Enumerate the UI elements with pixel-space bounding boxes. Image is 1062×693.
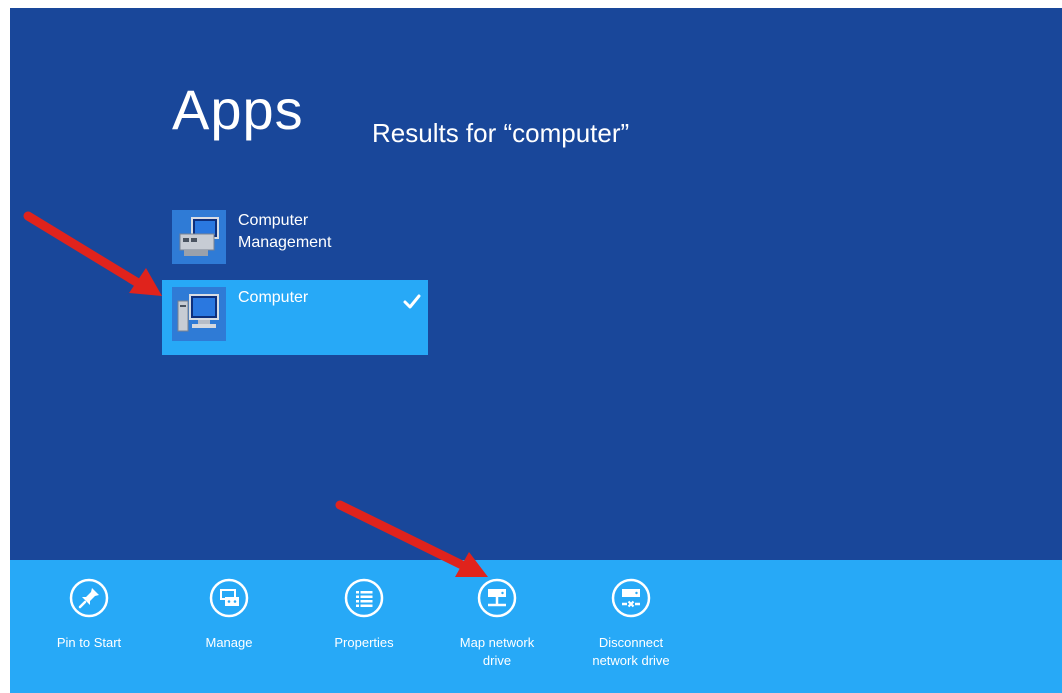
properties-button[interactable]: Properties <box>299 578 429 652</box>
map-network-drive-label-line2: drive <box>482 653 512 668</box>
map-network-drive-button[interactable]: Map network drive <box>432 578 562 670</box>
computer-icon <box>172 287 226 341</box>
disconnect-network-drive-icon <box>611 578 651 618</box>
pin-icon <box>69 578 109 618</box>
properties-icon <box>344 578 384 618</box>
result-label-line2: Management <box>238 234 332 251</box>
selected-check-icon <box>403 294 421 309</box>
app-bar: Pin to Start Manage Properties Map netwo… <box>10 560 1062 693</box>
manage-button[interactable]: Manage <box>164 578 294 652</box>
result-tile-computer-management[interactable]: Computer Management <box>162 203 428 275</box>
page-title: Apps <box>172 78 304 141</box>
map-network-drive-label-line1: Map network <box>459 635 535 650</box>
manage-label: Manage <box>205 635 253 650</box>
result-label: Computer <box>238 289 309 306</box>
start-search-screen: Apps Results for “computer” Computer Man… <box>10 8 1062 693</box>
disconnect-network-drive-label-line2: network drive <box>592 653 670 668</box>
map-network-drive-icon <box>477 578 517 618</box>
search-results-subtitle: Results for “computer” <box>372 118 630 148</box>
pin-to-start-button[interactable]: Pin to Start <box>24 578 154 652</box>
computer-management-icon <box>172 210 226 264</box>
disconnect-network-drive-label-line1: Disconnect <box>598 635 664 650</box>
result-tile-computer[interactable]: Computer <box>162 280 428 355</box>
result-label-line1: Computer <box>238 212 309 229</box>
disconnect-network-drive-button[interactable]: Disconnect network drive <box>566 578 696 670</box>
properties-label: Properties <box>334 635 394 650</box>
manage-icon <box>209 578 249 618</box>
pin-to-start-label: Pin to Start <box>56 635 122 650</box>
